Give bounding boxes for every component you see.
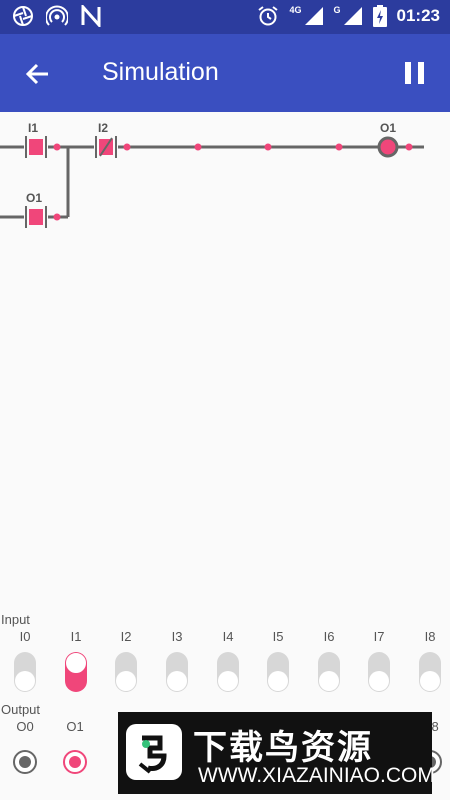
battery-charging-icon	[372, 5, 387, 27]
ladder-diagram: I1 I2 O1 O1	[0, 121, 424, 228]
output-name: O1	[66, 719, 84, 734]
input-name: I5	[272, 629, 284, 644]
contact-o1[interactable]	[24, 206, 48, 228]
output-led-o1	[63, 750, 87, 774]
input-name: I8	[424, 629, 436, 644]
wire-node	[123, 143, 131, 151]
output-cell-o1: O1	[55, 720, 95, 774]
watermark-url: WWW.XIAZAINIAO.COM	[198, 764, 435, 787]
input-name: I6	[323, 629, 335, 644]
output-led-o0	[13, 750, 37, 774]
wire-node	[194, 143, 202, 151]
input-cell-i0: I0	[5, 630, 45, 692]
input-cell-i4: I4	[208, 630, 248, 692]
input-name: I0	[19, 629, 31, 644]
network-type-label-2: G	[333, 5, 341, 15]
input-cell-i3: I3	[157, 630, 197, 692]
contact-i2[interactable]	[94, 136, 118, 158]
input-toggle-i4[interactable]	[217, 652, 239, 692]
input-cell-i6: I6	[309, 630, 349, 692]
input-toggle-i7[interactable]	[368, 652, 390, 692]
wire-node	[264, 143, 272, 151]
watermark-banner: 下载鸟资源 WWW.XIAZAINIAO.COM	[118, 712, 435, 794]
input-cell-i2: I2	[106, 630, 146, 692]
wire-node	[405, 143, 413, 151]
input-cell-i1: I1	[56, 630, 96, 692]
contact-i1[interactable]	[24, 136, 48, 158]
wire-node	[53, 143, 61, 151]
status-time: 01:23	[396, 6, 440, 25]
input-cell-i5: I5	[258, 630, 298, 692]
hotspot-icon	[46, 5, 68, 26]
coil-o1[interactable]	[377, 136, 399, 158]
watermark-text: 下载鸟资源	[193, 729, 373, 767]
alarm-icon	[258, 6, 279, 26]
bird-logo-icon	[126, 724, 182, 780]
signal-icon	[304, 7, 323, 25]
wire-node	[53, 213, 61, 221]
arrow-back-icon[interactable]	[22, 58, 54, 90]
status-bar: 4G G 01:23	[0, 0, 450, 34]
pause-icon[interactable]	[402, 60, 428, 86]
input-name: I7	[373, 629, 385, 644]
page-title: Simulation	[102, 58, 219, 86]
input-toggle-i0[interactable]	[14, 652, 36, 692]
input-row: I0 I1 I2 I3 I4 I5 I6 I7 I8	[0, 630, 450, 720]
input-name: I3	[171, 629, 183, 644]
wire-node	[335, 143, 343, 151]
n-icon	[81, 5, 101, 27]
input-toggle-i1[interactable]	[65, 652, 87, 692]
output-cell-o0: O0	[5, 720, 45, 774]
input-name: I4	[222, 629, 234, 644]
input-toggle-i2[interactable]	[115, 652, 137, 692]
output-section-label: Output	[1, 702, 41, 717]
output-name: O0	[16, 719, 34, 734]
input-section-label: Input	[1, 612, 30, 627]
aperture-icon	[13, 6, 33, 26]
input-toggle-i3[interactable]	[166, 652, 188, 692]
signal-icon-2	[343, 7, 362, 25]
network-type-label: 4G	[289, 5, 302, 15]
input-toggle-i5[interactable]	[267, 652, 289, 692]
coil-o1-label: O1	[380, 121, 396, 135]
input-cell-i7: I7	[359, 630, 399, 692]
input-name: I1	[70, 629, 82, 644]
input-cell-i8: I8	[410, 630, 450, 692]
contact-i1-label: I1	[28, 121, 38, 135]
app-bar: Simulation	[0, 34, 450, 112]
input-toggle-i6[interactable]	[318, 652, 340, 692]
input-name: I2	[120, 629, 132, 644]
input-toggle-i8[interactable]	[419, 652, 441, 692]
contact-i2-label: I2	[98, 121, 108, 135]
contact-o1-label: O1	[26, 191, 42, 205]
